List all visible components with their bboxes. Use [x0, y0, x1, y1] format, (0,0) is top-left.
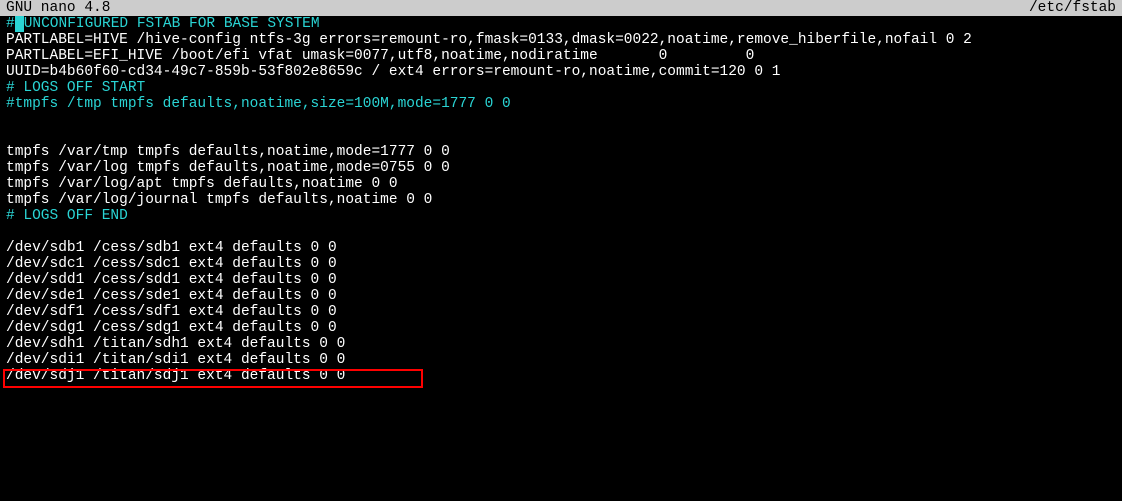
fstab-line-comment-header: # UNCONFIGURED FSTAB FOR BASE SYSTEM [0, 16, 1122, 32]
editor-area[interactable]: # UNCONFIGURED FSTAB FOR BASE SYSTEM PAR… [0, 16, 1122, 384]
fstab-line-blank [0, 112, 1122, 128]
file-name: /etc/fstab [1029, 0, 1116, 16]
fstab-line: /dev/sdj1 /titan/sdj1 ext4 defaults 0 0 [0, 368, 345, 384]
title-spacer [110, 0, 1029, 16]
highlighted-row: /dev/sdj1 /titan/sdj1 ext4 defaults 0 0 [0, 368, 1122, 384]
fstab-line: /dev/sdh1 /titan/sdh1 ext4 defaults 0 0 [0, 336, 1122, 352]
fstab-line: PARTLABEL=EFI_HIVE /boot/efi vfat umask=… [0, 48, 1122, 64]
fstab-line: tmpfs /var/tmp tmpfs defaults,noatime,mo… [0, 144, 1122, 160]
fstab-line-comment: #tmpfs /tmp tmpfs defaults,noatime,size=… [0, 96, 1122, 112]
fstab-line: /dev/sdb1 /cess/sdb1 ext4 defaults 0 0 [0, 240, 1122, 256]
fstab-line: /dev/sdi1 /titan/sdi1 ext4 defaults 0 0 [0, 352, 1122, 368]
fstab-line-comment: # LOGS OFF START [0, 80, 1122, 96]
fstab-line: /dev/sde1 /cess/sde1 ext4 defaults 0 0 [0, 288, 1122, 304]
fstab-line-blank [0, 224, 1122, 240]
fstab-line: UUID=b4b60f60-cd34-49c7-859b-53f802e8659… [0, 64, 1122, 80]
fstab-line: /dev/sdf1 /cess/sdf1 ext4 defaults 0 0 [0, 304, 1122, 320]
fstab-line: /dev/sdc1 /cess/sdc1 ext4 defaults 0 0 [0, 256, 1122, 272]
fstab-line: PARTLABEL=HIVE /hive-config ntfs-3g erro… [0, 32, 1122, 48]
hash-prefix: # [6, 16, 15, 32]
fstab-line-blank [0, 128, 1122, 144]
title-bar: GNU nano 4.8 /etc/fstab [0, 0, 1122, 16]
app-name: GNU nano 4.8 [6, 0, 110, 16]
fstab-line: tmpfs /var/log/apt tmpfs defaults,noatim… [0, 176, 1122, 192]
fstab-line: tmpfs /var/log tmpfs defaults,noatime,mo… [0, 160, 1122, 176]
fstab-line: /dev/sdg1 /cess/sdg1 ext4 defaults 0 0 [0, 320, 1122, 336]
cursor [15, 16, 24, 32]
fstab-line: tmpfs /var/log/journal tmpfs defaults,no… [0, 192, 1122, 208]
header-text: UNCONFIGURED FSTAB FOR BASE SYSTEM [24, 16, 320, 32]
fstab-line: /dev/sdd1 /cess/sdd1 ext4 defaults 0 0 [0, 272, 1122, 288]
fstab-line-comment: # LOGS OFF END [0, 208, 1122, 224]
